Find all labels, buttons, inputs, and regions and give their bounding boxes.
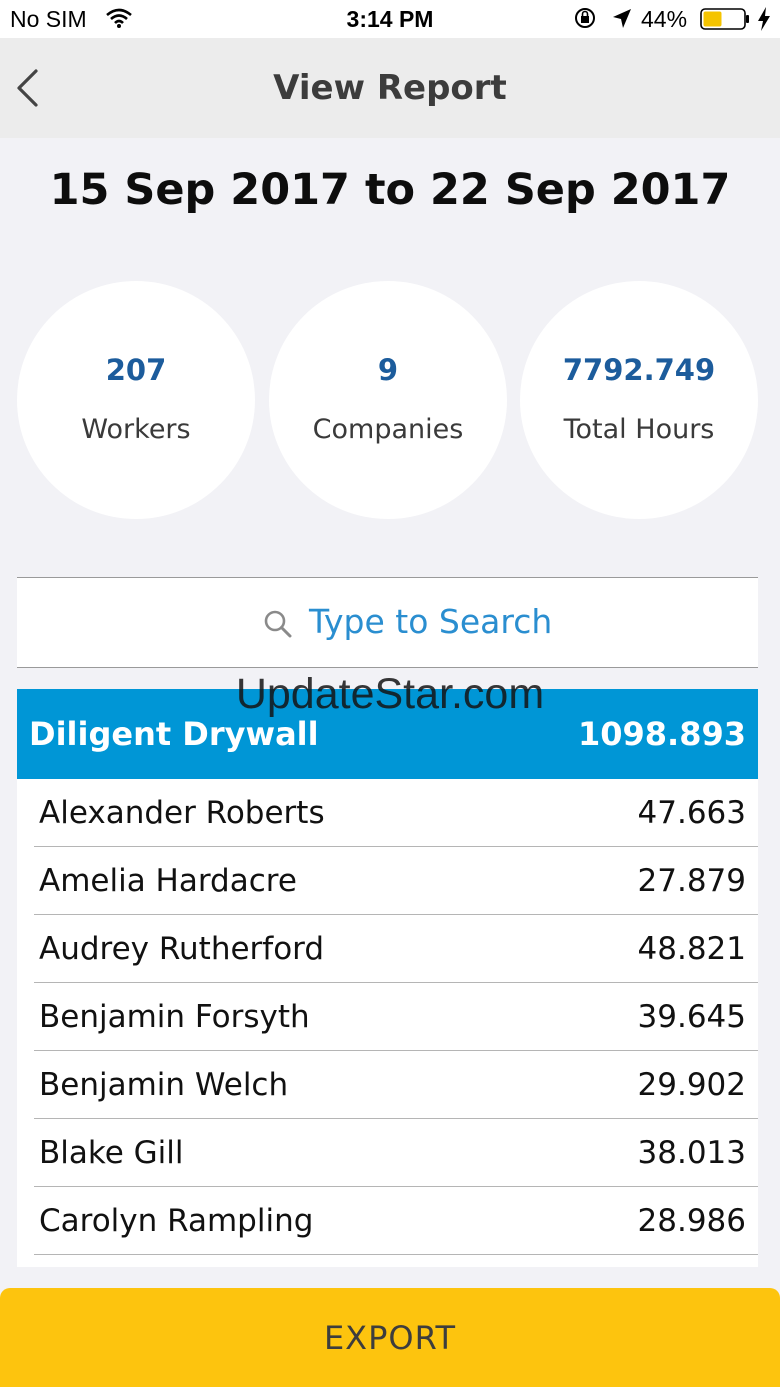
- worker-name: Benjamin Forsyth: [39, 999, 310, 1035]
- worker-name: Benjamin Welch: [39, 1067, 289, 1103]
- battery-icon: [700, 8, 749, 30]
- worker-name: Amelia Hardacre: [39, 863, 297, 899]
- stat-label: Workers: [81, 414, 191, 445]
- battery-percent: 44%: [641, 6, 688, 32]
- worker-name: Blake Gill: [39, 1135, 184, 1171]
- stat-workers: 207 Workers: [17, 281, 255, 519]
- export-label: EXPORT: [323, 1319, 457, 1357]
- location-arrow-icon: [613, 9, 631, 28]
- worker-hours: 48.821: [637, 931, 746, 967]
- stat-value: 9: [377, 353, 399, 387]
- company-hours: 1098.893: [577, 715, 746, 753]
- company-group-header[interactable]: Diligent Drywall 1098.893: [17, 689, 758, 779]
- worker-hours: 29.902: [637, 1067, 746, 1103]
- list-item[interactable]: Benjamin Welch 29.902: [34, 1051, 758, 1119]
- export-button[interactable]: EXPORT: [0, 1288, 780, 1387]
- list-item[interactable]: Blake Gill 38.013: [34, 1119, 758, 1187]
- list-item[interactable]: Amelia Hardacre 27.879: [34, 847, 758, 915]
- list-item[interactable]: Audrey Rutherford 48.821: [34, 915, 758, 983]
- worker-hours: 27.879: [637, 863, 746, 899]
- search-placeholder: Type to Search: [309, 602, 553, 641]
- worker-name: Carolyn Rampling: [39, 1203, 314, 1239]
- list-item[interactable]: Carolyn Rampling 28.986: [34, 1187, 758, 1255]
- worker-list[interactable]: Alexander Roberts 47.663 Amelia Hardacre…: [17, 779, 758, 1267]
- search-icon: [264, 610, 292, 638]
- list-item[interactable]: Benjamin Forsyth 39.645: [34, 983, 758, 1051]
- date-range-heading: 15 Sep 2017 to 22 Sep 2017: [49, 165, 731, 215]
- stat-value: 7792.749: [562, 353, 716, 387]
- rotation-lock-icon: [575, 8, 595, 28]
- stat-label: Total Hours: [563, 414, 715, 445]
- charging-bolt-icon: [758, 7, 770, 31]
- stat-total-hours: 7792.749 Total Hours: [520, 281, 758, 519]
- worker-name: Audrey Rutherford: [39, 931, 325, 967]
- stat-value: 207: [105, 353, 167, 387]
- search-input[interactable]: Type to Search: [17, 577, 758, 668]
- worker-name: Alexander Roberts: [39, 795, 325, 831]
- worker-hours: 39.645: [637, 999, 746, 1035]
- worker-hours: 28.986: [637, 1203, 746, 1239]
- list-item[interactable]: Alexander Roberts 47.663: [34, 779, 758, 847]
- worker-hours: 47.663: [637, 795, 746, 831]
- stat-label: Companies: [312, 414, 464, 445]
- page-title: View Report: [273, 68, 507, 108]
- worker-hours: 38.013: [637, 1135, 746, 1171]
- navigation-bar: View Report: [0, 38, 780, 138]
- company-name: Diligent Drywall: [29, 715, 319, 753]
- status-bar: No SIM 3:14 PM 44%: [0, 0, 780, 38]
- stat-companies: 9 Companies: [269, 281, 507, 519]
